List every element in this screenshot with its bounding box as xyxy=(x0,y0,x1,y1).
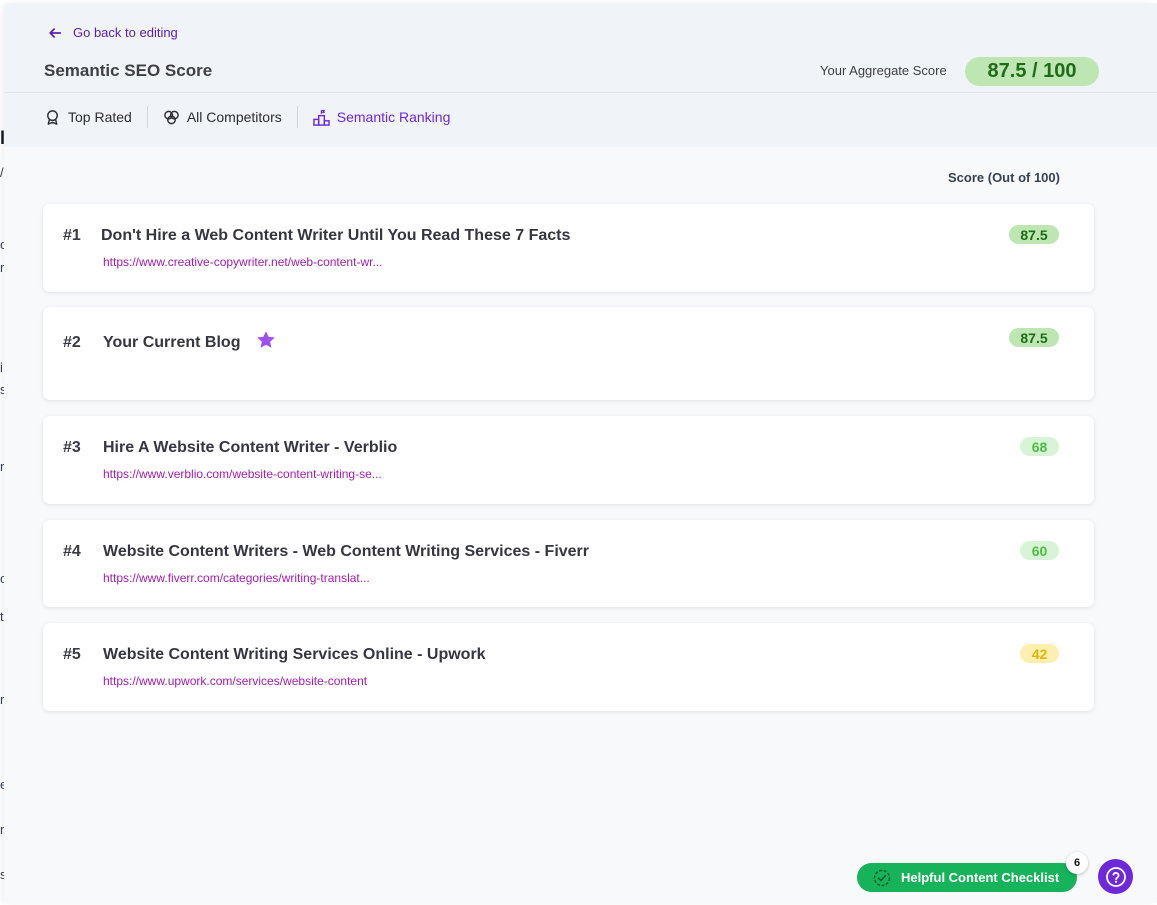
tab-top-rated[interactable]: Top Rated xyxy=(44,109,132,126)
helpful-content-checklist-button[interactable]: Helpful Content Checklist xyxy=(857,863,1077,892)
tab-label: Top Rated xyxy=(68,109,132,125)
tab-label: All Competitors xyxy=(186,109,282,125)
ranking-url-link[interactable]: https://www.upwork.com/services/website-… xyxy=(103,674,367,688)
rank-number: #1 xyxy=(63,227,81,244)
score-badge: 87.5 xyxy=(1009,328,1059,347)
ranking-title: Website Content Writing Services Online … xyxy=(103,646,486,663)
checklist-label: Helpful Content Checklist xyxy=(901,870,1060,885)
tab-separator xyxy=(296,106,298,128)
aggregate-score-label: Your Aggregate Score xyxy=(820,63,947,78)
podium-icon xyxy=(312,109,330,126)
help-button[interactable] xyxy=(1098,859,1133,894)
score-badge: 68 xyxy=(1020,437,1059,456)
tab-separator xyxy=(146,106,148,128)
check-circle-icon xyxy=(873,869,891,886)
semantic-seo-panel: Go back to editing Semantic SEO Score Yo… xyxy=(4,3,1157,903)
ranking-url-link[interactable]: https://www.creative-copywriter.net/web-… xyxy=(103,255,382,269)
ranking-row[interactable]: #5 Website Content Writing Services Onli… xyxy=(43,623,1094,711)
rank-number: #5 xyxy=(63,646,81,663)
ranking-row[interactable]: #1 Don't Hire a Web Content Writer Until… xyxy=(43,204,1094,292)
ranking-row-current-blog[interactable]: #2 Your Current Blog 87.5 xyxy=(43,307,1094,400)
ranking-url-link[interactable]: https://www.fiverr.com/categories/writin… xyxy=(103,571,370,585)
rank-number: #4 xyxy=(63,543,81,560)
aggregate-score-badge: 87.5 / 100 xyxy=(965,57,1099,86)
ranking-title: Hire A Website Content Writer - Verblio xyxy=(103,439,398,456)
arrow-left-icon xyxy=(49,27,62,38)
back-to-editing-link[interactable]: Go back to editing xyxy=(48,25,178,40)
rank-number: #2 xyxy=(63,334,81,351)
ranking-title: Website Content Writers - Web Content Wr… xyxy=(103,543,590,560)
tab-label: Semantic Ranking xyxy=(336,109,451,125)
competitors-icon xyxy=(164,110,179,124)
award-icon xyxy=(47,109,58,125)
back-link-label: Go back to editing xyxy=(73,25,178,40)
score-column-header: Score (Out of 100) xyxy=(948,170,1060,185)
ranking-title: Don't Hire a Web Content Writer Until Yo… xyxy=(101,227,571,244)
score-badge: 42 xyxy=(1020,644,1059,663)
ranking-url-link[interactable]: https://www.verblio.com/website-content-… xyxy=(103,467,382,481)
tab-semantic-ranking[interactable]: Semantic Ranking xyxy=(312,109,451,126)
rank-number: #3 xyxy=(63,439,81,456)
star-icon xyxy=(257,331,275,348)
ranking-row[interactable]: #3 Hire A Website Content Writer - Verbl… xyxy=(43,416,1094,504)
tab-all-competitors[interactable]: All Competitors xyxy=(163,109,282,126)
ranking-row[interactable]: #4 Website Content Writers - Web Content… xyxy=(43,520,1094,607)
score-badge: 60 xyxy=(1020,541,1059,560)
question-icon xyxy=(1105,866,1126,887)
header-divider xyxy=(4,92,1157,93)
score-badge: 87.5 xyxy=(1009,225,1059,244)
checklist-count-badge: 6 xyxy=(1066,852,1088,874)
page-title: Semantic SEO Score xyxy=(44,61,213,80)
ranking-title: Your Current Blog xyxy=(103,334,241,351)
view-tabs: Top Rated All Competitors Semantic Ranki… xyxy=(44,104,450,130)
